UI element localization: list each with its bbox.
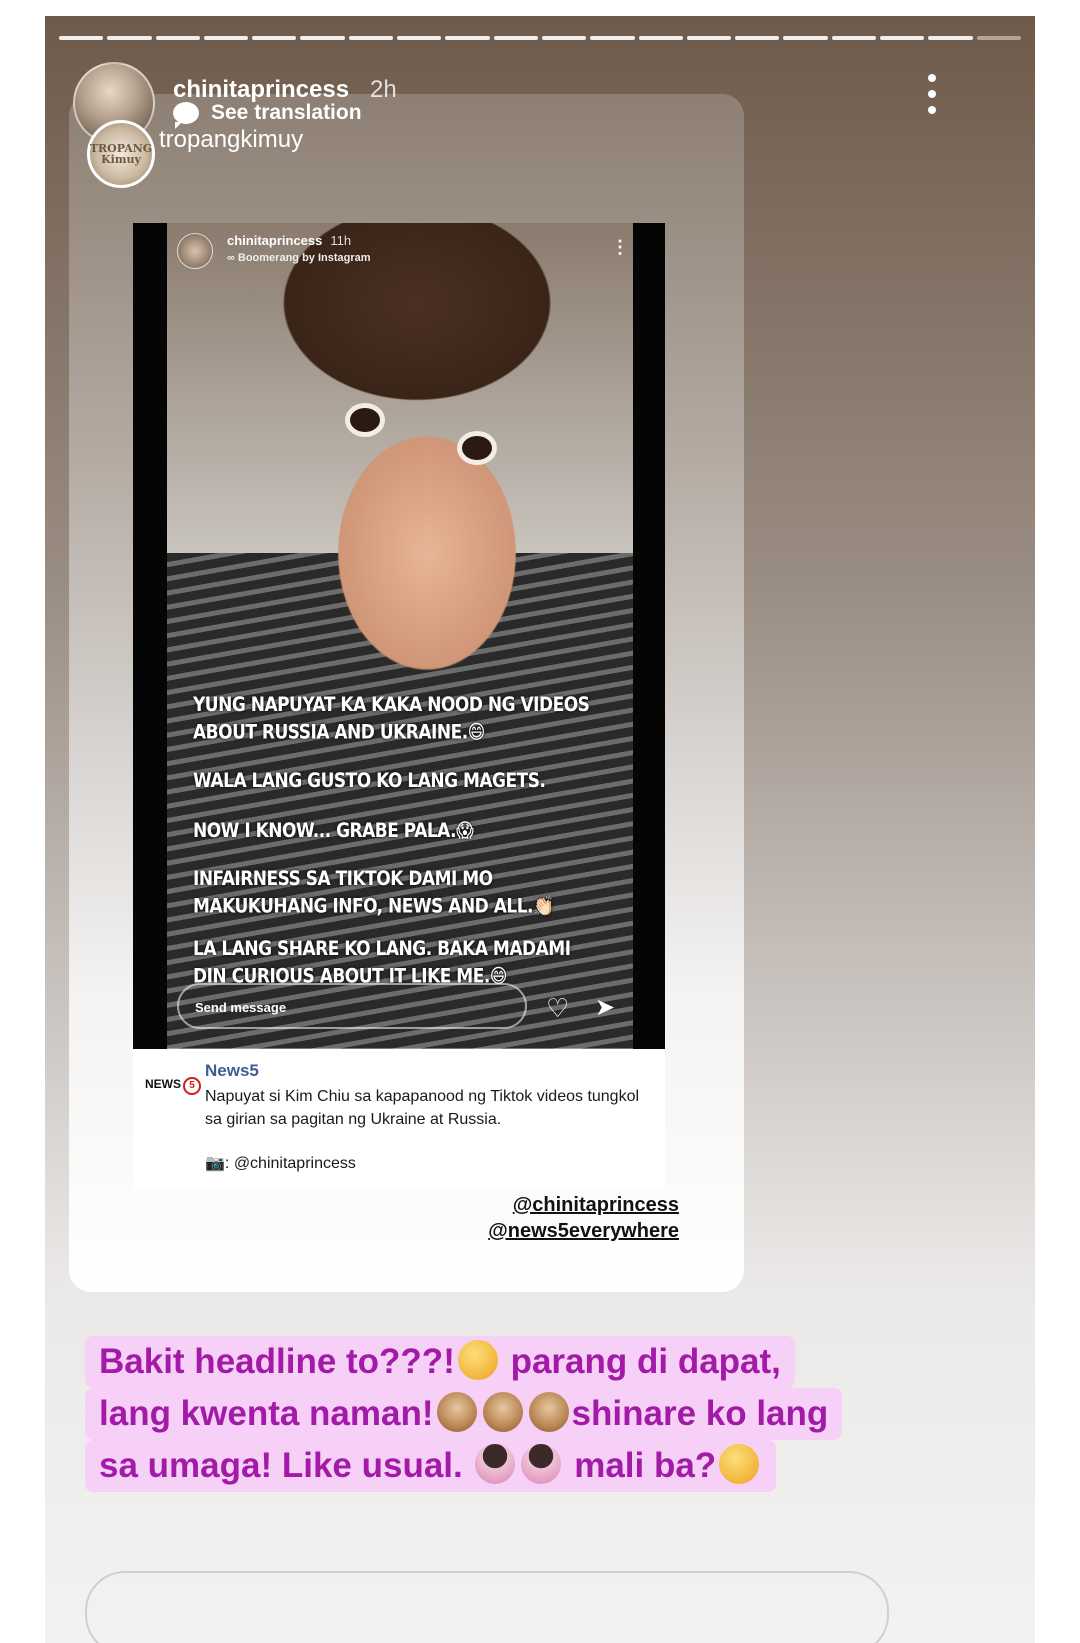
progress-segment xyxy=(252,36,297,40)
send-icon: ➤ xyxy=(595,994,616,1021)
see-translation-label: See translation xyxy=(211,101,362,124)
news-caption-box: NEWS 5 News5 Napuyat si Kim Chiu sa kapap… xyxy=(133,1049,665,1189)
inner-send-message-field: Send message xyxy=(177,983,527,1029)
progress-segment xyxy=(397,36,442,40)
inner-more-icon: ⋮ xyxy=(611,237,629,257)
story-viewer[interactable]: TROPANG Kimuy chinitaprincess 2h See tra… xyxy=(45,16,1035,1643)
progress-segment xyxy=(638,36,683,40)
overlay-line-1: Bakit headline to???! parang di dapat, xyxy=(85,1336,795,1388)
mention-news5everywhere[interactable]: @news5everywhere xyxy=(425,1218,679,1244)
progress-segment xyxy=(445,36,490,40)
progress-segment xyxy=(735,36,780,40)
inner-username: chinitaprincess xyxy=(227,233,323,248)
story-username[interactable]: chinitaprincess xyxy=(173,76,349,104)
story-photo xyxy=(167,223,633,1049)
overlay-line-3: sa umaga! Like usual. mali ba? xyxy=(85,1440,777,1492)
see-no-evil-monkey-icon xyxy=(482,1392,523,1432)
news-source-name: News5 xyxy=(205,1061,259,1080)
caption-line: WALA LANG GUSTO KO LANG MAGETS. xyxy=(193,769,546,793)
reposted-account-avatar[interactable]: TROPANG Kimuy xyxy=(87,120,155,188)
see-no-evil-monkey-icon xyxy=(528,1392,569,1432)
embedded-story-screenshot: chinitaprincess 11h ∞ Boomerang by Instag… xyxy=(133,223,665,1049)
story-time: 2h xyxy=(370,76,397,103)
mention-stickers[interactable]: @chinitaprincess @news5everywhere xyxy=(425,1192,679,1244)
caption-line: INFAIRNESS SA TIKTOK DAMI MO MAKUKUHANG … xyxy=(193,867,554,919)
progress-segment xyxy=(976,36,1021,40)
eye-left xyxy=(345,403,385,437)
inner-story-header: chinitaprincess 11h ∞ Boomerang by Instag… xyxy=(177,233,371,269)
inner-subtitle: ∞ Boomerang by Instagram xyxy=(227,252,371,264)
progress-segment xyxy=(155,36,200,40)
shrugging-woman-icon xyxy=(521,1444,562,1484)
news-headline-text: Napuyat si Kim Chiu sa kapapanood ng Tik… xyxy=(205,1088,640,1128)
progress-segment xyxy=(493,36,538,40)
eye-right xyxy=(457,431,497,465)
heart-icon: ♡ xyxy=(546,993,570,1023)
grinning-sweat-emoji-icon xyxy=(719,1444,760,1484)
reply-input-bar[interactable] xyxy=(85,1571,889,1643)
facepalm-woman-icon xyxy=(475,1444,516,1484)
story-progress-bar xyxy=(59,36,1021,40)
progress-segment xyxy=(203,36,249,40)
see-translation-button[interactable]: See translation xyxy=(173,101,362,129)
progress-segment xyxy=(107,36,152,40)
news5-logo: NEWS 5 xyxy=(145,1077,201,1095)
progress-segment xyxy=(928,36,973,40)
progress-segment xyxy=(783,36,828,40)
overlay-line-2: lang kwenta naman! shinare ko lang xyxy=(85,1388,843,1440)
inner-avatar xyxy=(177,233,213,269)
caption-line: NOW I KNOW... GRABE PALA.😱 xyxy=(193,819,474,843)
progress-segment xyxy=(686,36,732,40)
progress-segment xyxy=(590,36,635,40)
progress-segment xyxy=(300,36,345,40)
mention-chinitaprincess[interactable]: @chinitaprincess xyxy=(425,1192,679,1218)
story-text-overlay: Bakit headline to???! parang di dapat, l… xyxy=(85,1336,1005,1492)
caption-line: YUNG NAPUYAT KA KAKA NOOD NG VIDEOS ABOU… xyxy=(193,693,590,745)
progress-segment xyxy=(59,36,104,40)
more-options-icon[interactable] xyxy=(920,74,944,114)
exploding-head-emoji-icon xyxy=(457,1340,498,1380)
progress-segment xyxy=(541,36,587,40)
progress-segment xyxy=(880,36,925,40)
translate-bubble-icon xyxy=(173,102,199,129)
progress-segment xyxy=(831,36,877,40)
photo-credit: 📷: @chinitaprincess xyxy=(205,1155,356,1172)
reposted-from-username[interactable]: tropangkimuy xyxy=(159,126,303,154)
see-no-evil-monkey-icon xyxy=(436,1392,477,1432)
inner-time: 11h xyxy=(330,233,352,248)
progress-segment xyxy=(348,36,394,40)
